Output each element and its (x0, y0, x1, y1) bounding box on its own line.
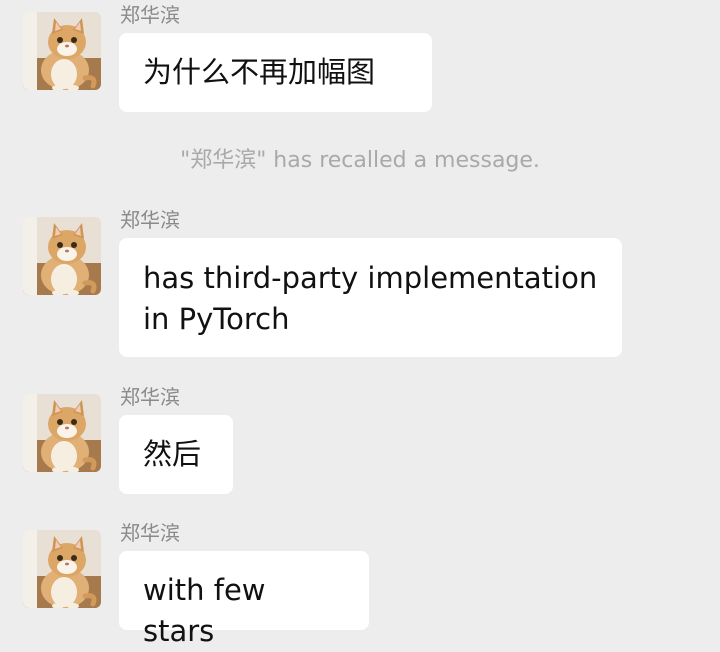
system-notice: "郑华滨" has recalled a message. (0, 146, 720, 176)
cat-avatar-icon (23, 530, 101, 608)
chat-thread: 郑华滨 为什么不再加幅图 "郑华滨" has recalled a messag… (0, 0, 720, 650)
sender-avatar[interactable] (23, 12, 101, 90)
message-bubble[interactable]: has third-party implementation in PyTorc… (119, 238, 622, 357)
recall-notice-text: "郑华滨" has recalled a message. (180, 148, 540, 173)
sender-avatar[interactable] (23, 217, 101, 295)
message-bubble[interactable]: with few stars (119, 551, 369, 648)
message-text: has third-party implementation in PyTorc… (143, 261, 598, 336)
message-bubble[interactable]: 为什么不再加幅图 (119, 33, 432, 112)
cat-avatar-icon (23, 12, 101, 90)
sender-name: 郑华滨 (120, 208, 180, 232)
message-text: 然后 (143, 437, 202, 471)
message-bubble[interactable]: 然后 (119, 415, 233, 494)
message-text: with few stars (143, 573, 266, 648)
sender-avatar[interactable] (23, 394, 101, 472)
sender-name: 郑华滨 (120, 521, 180, 545)
cat-avatar-icon (23, 217, 101, 295)
sender-avatar[interactable] (23, 530, 101, 608)
sender-name: 郑华滨 (120, 3, 180, 27)
message-text: 为什么不再加幅图 (143, 55, 376, 89)
cat-avatar-icon (23, 394, 101, 472)
sender-name: 郑华滨 (120, 385, 180, 409)
